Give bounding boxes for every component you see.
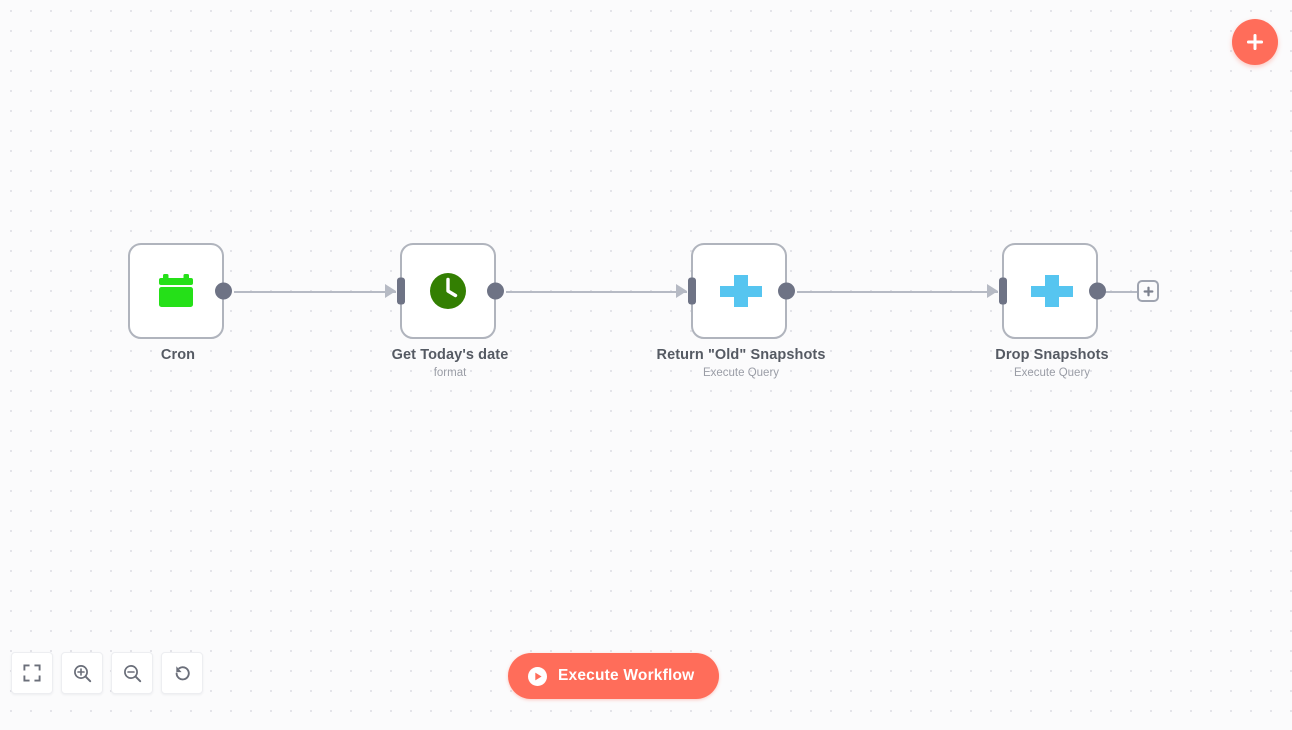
zoom-in-icon — [73, 664, 91, 682]
node-drop-snapshots-card[interactable] — [999, 243, 1106, 339]
node-return-old-snapshots[interactable]: Return "Old" Snapshots Execute Query — [656, 243, 825, 379]
node-return-old-snapshots-title: Return "Old" Snapshots — [656, 347, 826, 363]
node-drop-snapshots-input-endpoint[interactable] — [999, 277, 1007, 305]
connection-arrow-cron-to-date — [385, 284, 396, 298]
play-icon — [528, 666, 547, 686]
node-get-todays-date[interactable]: Get Today's date format — [392, 243, 508, 379]
zoom-out-button[interactable] — [111, 652, 153, 694]
connection-line-return-to-drop[interactable] — [797, 291, 998, 293]
node-get-todays-date-input-endpoint[interactable] — [397, 277, 405, 305]
node-drop-snapshots-title: Drop Snapshots — [995, 347, 1109, 363]
node-get-todays-date-card[interactable] — [397, 243, 504, 339]
expand-icon — [23, 664, 41, 682]
reset-arrow-icon — [175, 665, 190, 680]
node-return-old-snapshots-input-endpoint[interactable] — [688, 277, 696, 305]
snowflake-plus-icon — [717, 269, 762, 313]
plus-icon — [1143, 286, 1153, 296]
node-cron[interactable]: Cron — [128, 243, 232, 363]
zoom-out-icon — [123, 664, 141, 682]
node-return-old-snapshots-subtitle: Execute Query — [702, 367, 780, 379]
workflow-canvas[interactable]: Cron Get Today's date format Return "Old… — [0, 0, 1292, 730]
plus-icon — [1247, 34, 1263, 50]
node-drop-snapshots-subtitle: Execute Query — [1013, 367, 1091, 379]
add-node-fab[interactable] — [1232, 19, 1278, 65]
connection-line-date-to-return[interactable] — [506, 291, 687, 293]
node-drop-snapshots[interactable]: Drop Snapshots Execute Query — [995, 243, 1109, 379]
node-get-todays-date-output-endpoint[interactable] — [487, 282, 504, 300]
execute-workflow-label: Execute Workflow — [558, 667, 695, 684]
node-cron-output-endpoint[interactable] — [215, 282, 232, 300]
node-get-todays-date-subtitle: format — [433, 367, 467, 379]
node-drop-snapshots-output-endpoint[interactable] — [1089, 282, 1106, 300]
snowflake-plus-icon — [1028, 269, 1073, 313]
connection-arrow-date-to-return — [676, 284, 687, 298]
zoom-toolbar — [11, 652, 203, 694]
node-cron-title: Cron — [160, 347, 196, 363]
reset-zoom-button[interactable] — [161, 652, 203, 694]
node-cron-card[interactable] — [128, 243, 232, 339]
connection-arrow-return-to-drop — [987, 284, 998, 298]
node-get-todays-date-title: Get Today's date — [391, 347, 509, 363]
clock-icon — [426, 269, 470, 313]
calendar-icon — [154, 269, 198, 313]
zoom-to-fit-button[interactable] — [11, 652, 53, 694]
execute-workflow-button[interactable]: Execute Workflow — [508, 653, 720, 699]
node-return-old-snapshots-card[interactable] — [688, 243, 795, 339]
node-return-old-snapshots-output-endpoint[interactable] — [778, 282, 795, 300]
add-node-terminal[interactable] — [1137, 280, 1159, 302]
zoom-in-button[interactable] — [61, 652, 103, 694]
connection-line-cron-to-date[interactable] — [234, 291, 396, 293]
